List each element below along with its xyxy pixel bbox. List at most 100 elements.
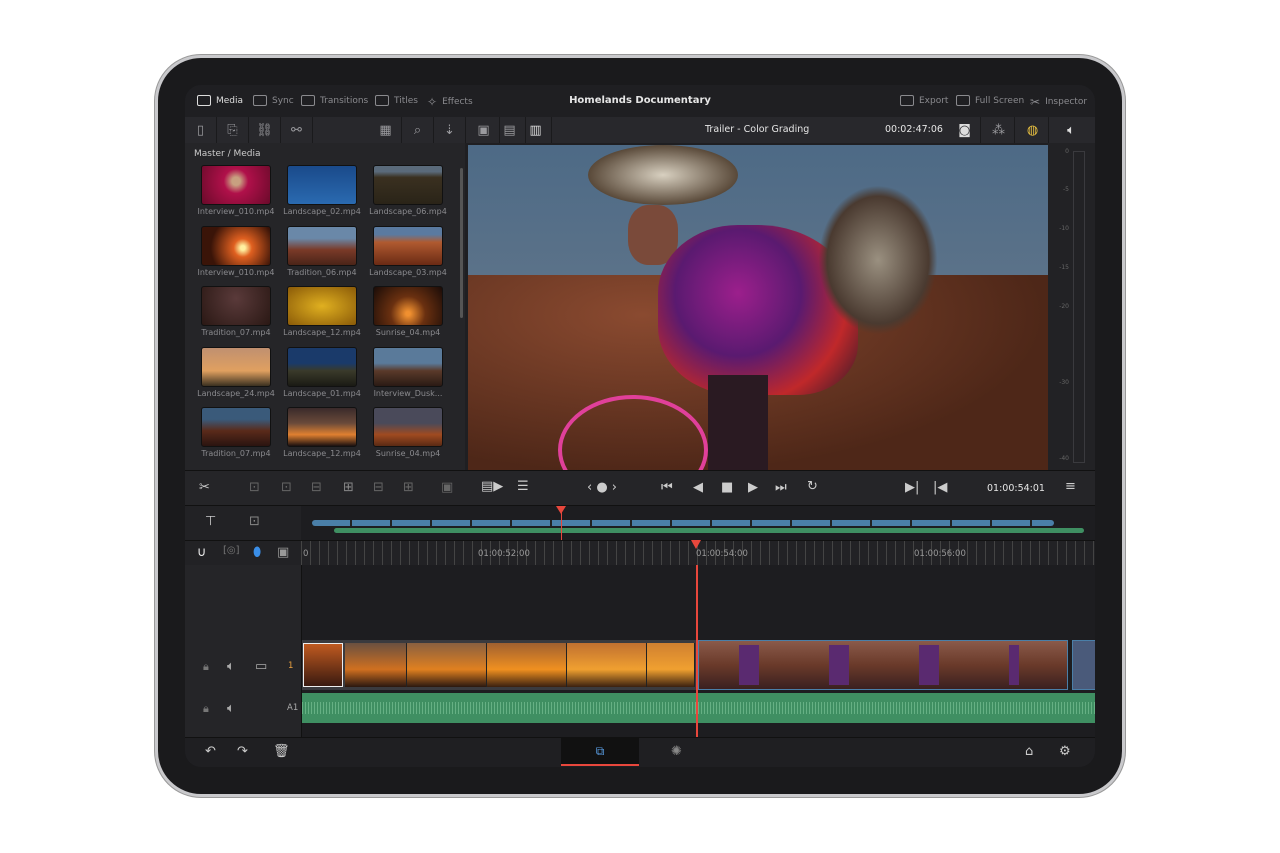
lock-audio-button[interactable]: 🔒︎ [203, 702, 209, 716]
media-clip-thumbnail[interactable] [287, 225, 357, 266]
grid-view-button[interactable]: ▦ [370, 117, 402, 143]
color-page-tab[interactable]: ✺ [671, 744, 682, 759]
append-button[interactable]: ⊞ [403, 480, 414, 495]
jog-icon: ‹ ● › [587, 480, 618, 495]
replace-button[interactable]: ⊟ [311, 480, 322, 495]
volume-button[interactable]: 🔈︎ [1055, 117, 1087, 143]
place-on-top-button[interactable]: ⊟ [373, 480, 384, 495]
export-button[interactable]: Export [900, 95, 948, 106]
play-button[interactable]: ▶ [748, 480, 758, 495]
menu-button[interactable]: ≡ [1065, 479, 1076, 494]
home-button[interactable]: ⌂ [1025, 744, 1033, 759]
sort-button[interactable]: ⇣ [434, 117, 466, 143]
fullscreen-button[interactable]: Full Screen [956, 95, 1024, 106]
media-clip-thumbnail[interactable] [201, 407, 271, 447]
place-top-icon: ⊟ [373, 480, 384, 495]
media-scrollbar[interactable] [460, 168, 463, 318]
media-clip-thumbnail[interactable] [373, 225, 443, 266]
capture-button[interactable]: ◙ [949, 117, 981, 143]
media-clip-thumbnail[interactable] [287, 286, 357, 326]
hamburger-icon: ≡ [1065, 479, 1076, 494]
media-clip-thumbnail[interactable] [201, 346, 271, 387]
color-button[interactable]: ◍ [1017, 117, 1049, 143]
media-clip-thumbnail[interactable] [287, 165, 357, 205]
delete-button[interactable]: 🗑︎ [273, 744, 290, 759]
marker-button[interactable]: ⬮ [253, 545, 261, 560]
ruler-label: 01:00:52:00 [478, 549, 530, 559]
audio-clip[interactable] [302, 693, 1095, 723]
undo-button[interactable]: ↶ [205, 744, 216, 759]
media-clip-thumbnail[interactable] [287, 407, 357, 447]
media-clip-name: Interview_010.mp4 [197, 207, 275, 216]
reframe-icon: ⁂ [992, 122, 1005, 138]
link-icon: ⛓ [256, 122, 273, 138]
overview-playhead-marker [556, 506, 566, 514]
media-clip-thumbnail[interactable] [287, 346, 357, 387]
timeline-ruler-row: ∪ [◎] ⬮ ▣ 0 01:00:52:00 01:00:54:00 01:0… [185, 540, 1095, 566]
playhead[interactable] [696, 565, 698, 737]
meter-tick: -20 [1059, 303, 1069, 310]
import-button[interactable]: ⎘ [217, 117, 249, 143]
insert-button[interactable]: ⊡ [249, 480, 260, 495]
fit-to-fill-button[interactable]: ⊞ [343, 480, 354, 495]
go-to-start-button[interactable]: ⏮ [661, 480, 673, 495]
skip-forward-icon: ⏭ [775, 480, 787, 495]
media-clip-thumbnail[interactable] [373, 346, 443, 387]
next-edit-button[interactable]: ▶| [905, 480, 919, 495]
lock-video-button[interactable]: 🔒︎ [203, 660, 209, 674]
link-button[interactable]: ⛓ [249, 117, 281, 143]
settings-button[interactable]: ⚙ [1059, 744, 1071, 759]
film-icon: ▤ [503, 122, 516, 138]
add-track-icon: ▣ [277, 545, 290, 560]
cut-page-tab[interactable]: ⧉ [561, 738, 639, 766]
unlink-button[interactable]: ⚯ [281, 117, 313, 143]
settings-sliders-button[interactable]: ☰ [517, 479, 529, 494]
add-track-button[interactable]: ▣ [277, 545, 289, 560]
jog-control[interactable]: ‹ ● › [587, 480, 617, 495]
ripple-button[interactable]: ▣ [441, 480, 453, 495]
trim-tool-button[interactable]: ⊤ [205, 514, 216, 529]
redo-button[interactable]: ↷ [237, 744, 248, 759]
video-clip-next[interactable] [1072, 640, 1095, 690]
play-around-button[interactable]: ▤▶ [481, 479, 503, 494]
playhead-marker[interactable] [691, 540, 701, 549]
media-clip-thumbnail[interactable] [373, 407, 443, 447]
media-clip-thumbnail[interactable] [201, 286, 271, 326]
media-clip-thumbnail[interactable] [373, 286, 443, 326]
reverse-button[interactable]: ◀ [693, 480, 703, 495]
media-clip-thumbnail[interactable] [201, 165, 271, 205]
go-to-end-button[interactable]: ⏭ [775, 480, 787, 495]
clip-frame [487, 643, 567, 687]
mute-audio-button[interactable]: 🔈︎ [227, 701, 235, 716]
panel-toggle-button[interactable]: ▯ [185, 117, 217, 143]
blade-button[interactable]: ✂ [199, 480, 210, 495]
filmstrip-icon: ▥ [529, 122, 542, 138]
audio-scrub-button[interactable]: [◎] [223, 545, 240, 556]
inspector-button[interactable]: ✂ Inspector [1030, 95, 1087, 109]
clip-tool-icon: ⊡ [249, 514, 260, 529]
overview-track[interactable] [301, 506, 1095, 541]
video-viewer[interactable] [468, 145, 1048, 470]
prev-edit-button[interactable]: |◀ [933, 480, 947, 495]
timeline-tracks[interactable] [301, 565, 1095, 737]
smart-reframe-button[interactable]: ⁂ [983, 117, 1015, 143]
video-visibility-button[interactable]: ▭ [255, 659, 267, 674]
loop-button[interactable]: ↻ [807, 479, 818, 494]
breadcrumb[interactable]: Master / Media [194, 149, 261, 159]
video-clip-sunset[interactable] [302, 640, 696, 690]
mute-video-button[interactable]: 🔈︎ [227, 659, 235, 674]
overwrite-button[interactable]: ⊡ [281, 480, 292, 495]
media-clip-name: Tradition_07.mp4 [201, 449, 271, 458]
timeline-view-button[interactable]: ▥ [520, 117, 552, 143]
grid-icon: ▦ [379, 122, 392, 138]
snap-button[interactable]: ∪ [197, 545, 207, 560]
search-button[interactable]: ⌕ [402, 117, 434, 143]
clip-tool-button[interactable]: ⊡ [249, 514, 260, 529]
media-clip-thumbnail[interactable] [201, 225, 271, 266]
overwrite-icon: ⊡ [281, 480, 292, 495]
stop-button[interactable]: ■ [721, 480, 733, 495]
media-clip-thumbnail[interactable] [373, 165, 443, 205]
timeline-name[interactable]: Trailer - Color Grading [705, 124, 809, 135]
search-icon: ⌕ [413, 122, 422, 138]
video-clip-tradition[interactable] [698, 640, 1068, 690]
